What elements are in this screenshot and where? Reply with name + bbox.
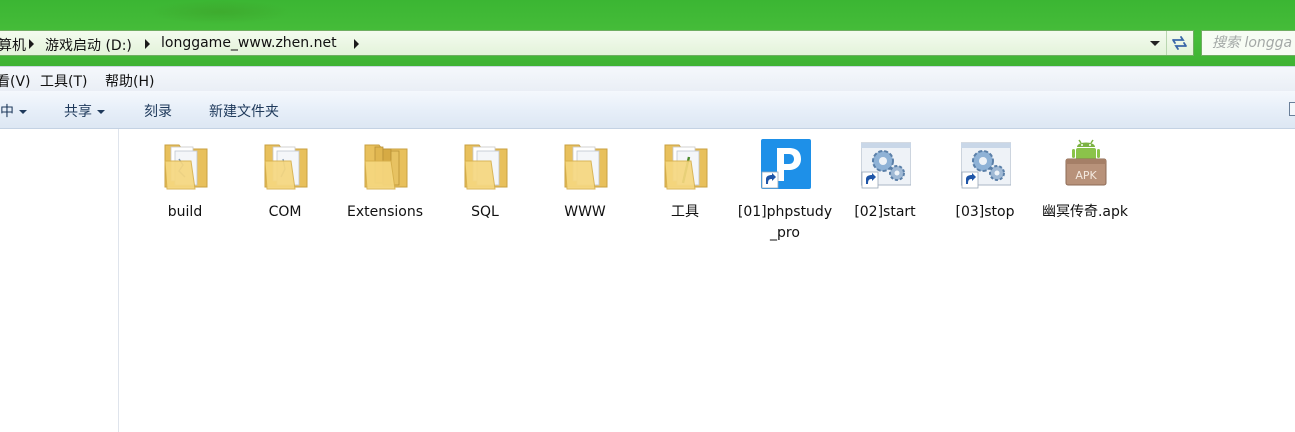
file-label: [02]start xyxy=(854,204,916,220)
file-label: SQL xyxy=(471,204,499,220)
navigation-pane[interactable] xyxy=(0,129,119,432)
file-label: COM xyxy=(268,204,302,220)
command-toolbar: 中 共享 刻录 新建文件夹 xyxy=(0,91,1295,129)
file-item-phpstudy[interactable]: [01]phpstudy_pro xyxy=(737,139,833,249)
file-label: 工具 xyxy=(671,204,699,220)
breadcrumb-folder[interactable]: longgame_www.zhen.net xyxy=(161,35,337,51)
chevron-down-icon xyxy=(1150,41,1160,46)
file-item-extensions[interactable]: Extensions xyxy=(337,139,433,249)
new-folder-button[interactable]: 新建文件夹 xyxy=(209,101,279,121)
chevron-down-icon xyxy=(97,110,105,114)
view-options-icon[interactable] xyxy=(1289,102,1295,116)
include-in-library-button[interactable]: 中 xyxy=(0,101,27,121)
svg-text:APK: APK xyxy=(1075,169,1097,182)
folder-icon xyxy=(464,144,508,190)
gears-shortcut-icon xyxy=(961,142,1011,189)
breadcrumb-drive[interactable]: 游戏启动 (D:) xyxy=(45,35,132,55)
burn-button[interactable]: 刻录 xyxy=(144,101,172,121)
file-item-tools[interactable]: 工具 xyxy=(637,139,733,249)
file-label: [03]stop xyxy=(955,204,1015,220)
file-label: Extensions xyxy=(346,204,424,220)
file-item-build[interactable]: build xyxy=(137,139,233,249)
menu-tools[interactable]: 工具(T) xyxy=(40,71,87,91)
folder-icon xyxy=(564,144,608,190)
file-item-start[interactable]: [02]start xyxy=(837,139,933,249)
file-label: [01]phpstudy_pro xyxy=(737,204,833,241)
share-button[interactable]: 共享 xyxy=(64,101,105,121)
folder-icon xyxy=(264,144,308,190)
menu-help[interactable]: 帮助(H) xyxy=(105,71,154,91)
breadcrumb-separator-icon[interactable] xyxy=(354,39,359,49)
search-input[interactable] xyxy=(1202,31,1295,55)
include-label: 中 xyxy=(0,104,14,120)
menu-view[interactable]: 看(V) xyxy=(0,71,31,91)
refresh-icon xyxy=(1172,36,1187,50)
breadcrumb-separator-icon[interactable] xyxy=(145,39,150,49)
folder-icon xyxy=(164,144,208,190)
file-list[interactable]: build COM Extensions SQL WWW 工具 [01]phps… xyxy=(119,129,1295,432)
address-bar[interactable]: 算机 游戏启动 (D:) longgame_www.zhen.net xyxy=(0,30,1194,56)
file-item-stop[interactable]: [03]stop xyxy=(937,139,1033,249)
search-box[interactable] xyxy=(1201,30,1295,56)
folder-icon xyxy=(364,144,408,190)
phpstudy-shortcut-icon xyxy=(761,139,811,189)
gears-shortcut-icon xyxy=(861,142,911,189)
title-glow xyxy=(150,0,290,24)
breadcrumb-separator-icon[interactable] xyxy=(29,39,34,49)
address-dropdown-button[interactable] xyxy=(1144,31,1166,55)
menu-bar: 看(V) 工具(T) 帮助(H) xyxy=(0,66,1295,92)
apk-icon: APK xyxy=(1065,139,1107,186)
file-item-apk[interactable]: APK 幽冥传奇.apk xyxy=(1037,139,1133,249)
file-item-sql[interactable]: SQL xyxy=(437,139,533,249)
file-label: WWW xyxy=(564,204,606,220)
file-label: 幽冥传奇.apk xyxy=(1041,204,1129,220)
folder-icon xyxy=(664,144,708,190)
refresh-button[interactable] xyxy=(1166,31,1192,55)
breadcrumb-computer[interactable]: 算机 xyxy=(0,35,26,55)
file-item-com[interactable]: COM xyxy=(237,139,333,249)
chevron-down-icon xyxy=(19,110,27,114)
share-label: 共享 xyxy=(64,104,92,120)
file-item-www[interactable]: WWW xyxy=(537,139,633,249)
file-label: build xyxy=(167,204,203,220)
